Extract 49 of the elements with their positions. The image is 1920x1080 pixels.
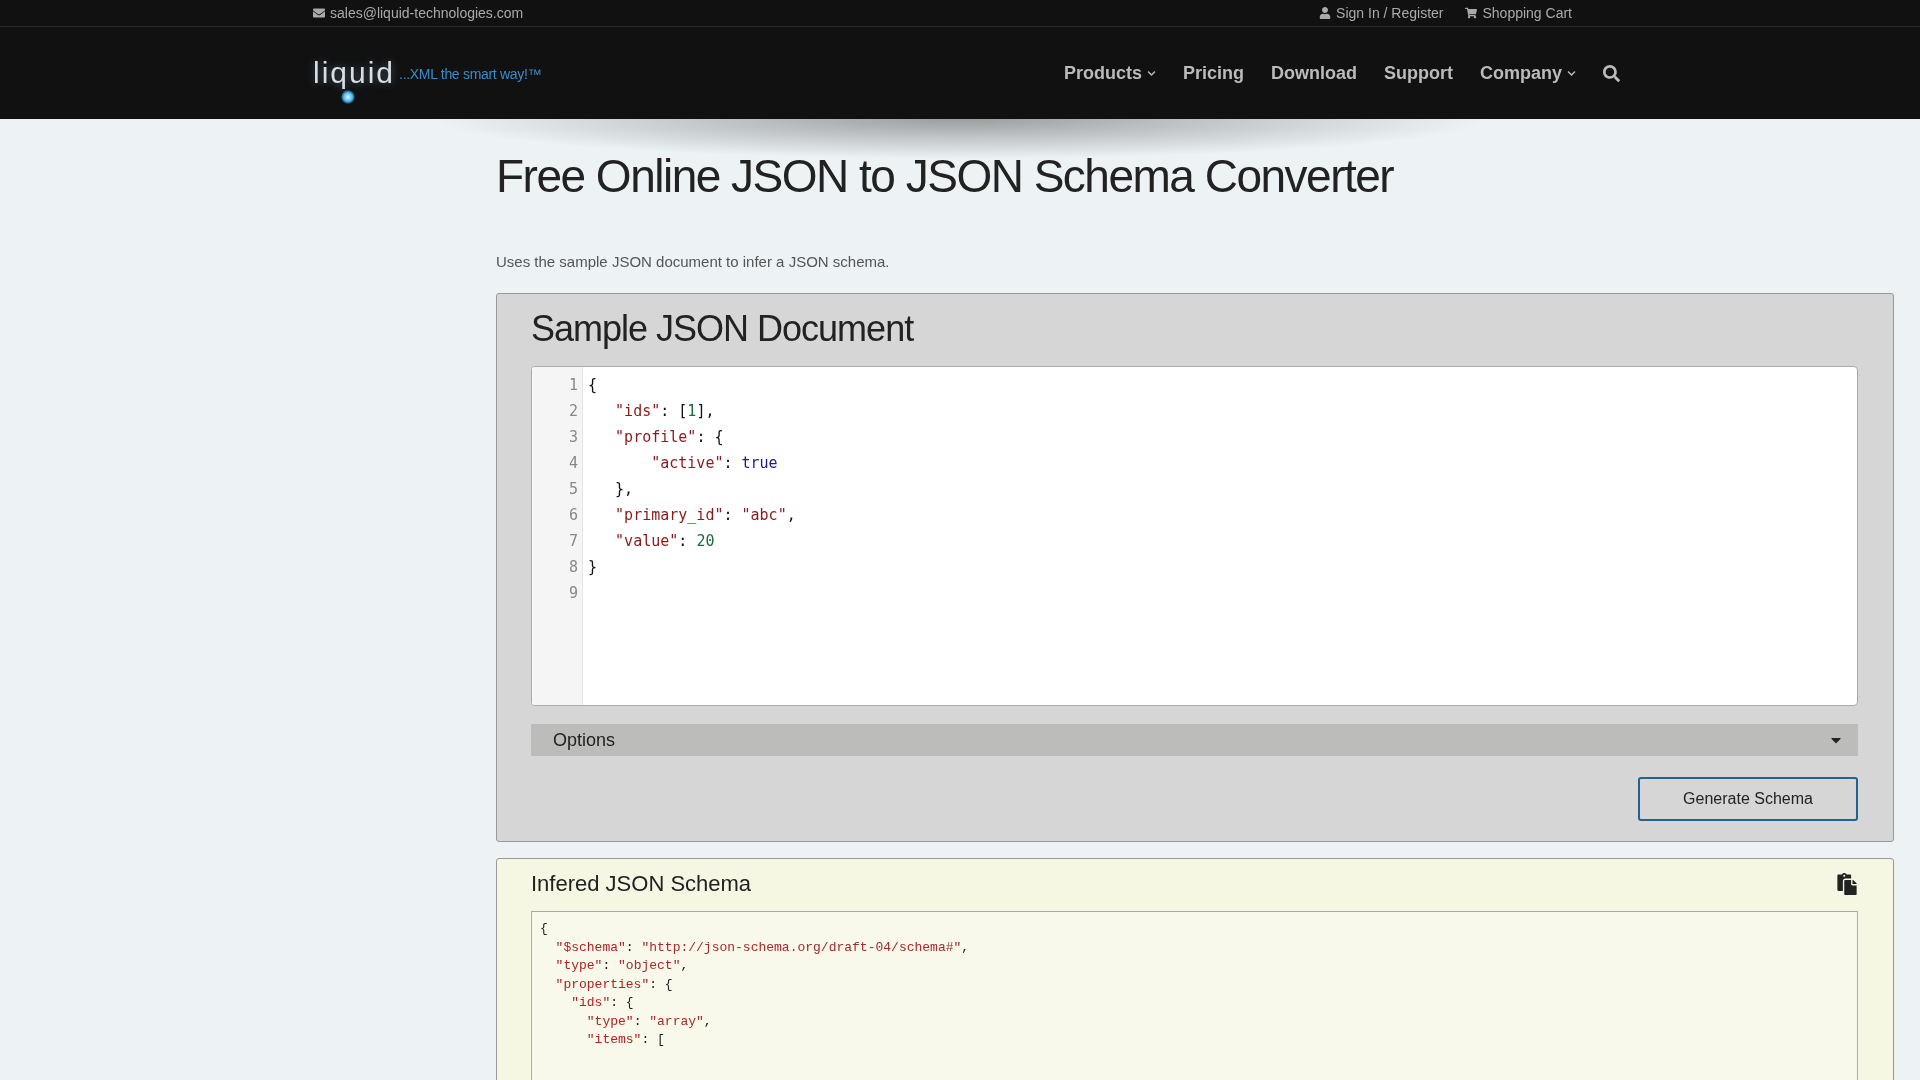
chevron-icon [1567, 68, 1576, 78]
search-icon[interactable] [1603, 64, 1620, 82]
line-number: 6 [567, 505, 579, 526]
code-line: "primary_id": "abc", [614, 505, 797, 526]
code-line: "value": 20 [614, 531, 716, 552]
panel-heading: Sample JSON Document [531, 308, 915, 350]
logo-tagline: ...XML the smart way!™ [399, 66, 542, 82]
line-number: 3 [567, 427, 579, 448]
generate-schema-button[interactable]: Generate Schema [1638, 777, 1858, 821]
chevron-icon [1146, 68, 1156, 78]
line-number: 7 [567, 531, 579, 552]
logo-name[interactable]: liquid [313, 56, 396, 90]
nav-item[interactable]: Company [1480, 62, 1576, 84]
line-number: 1 [567, 375, 579, 396]
logo-glow-icon [341, 90, 355, 104]
code-line: "ids": [1], [614, 401, 716, 422]
code-line: "ids": { [570, 994, 635, 1012]
code-line: { [540, 920, 549, 938]
code-editor[interactable]: 1 2 3 4 5 6 7 8 9 { "ids": [1], "profile": { "active": true }, "primary_id": "abc", "value": 20 } [531, 366, 1858, 706]
sign-in-link[interactable]: Sign In / Register [1319, 5, 1444, 21]
line-number: 2 [567, 401, 579, 422]
code-line: "type": "array", [585, 1012, 713, 1031]
code-line: "items": [ [585, 1031, 666, 1049]
nav-item[interactable]: Pricing [1182, 62, 1244, 84]
code-line: { [588, 375, 599, 396]
user-icon [1319, 7, 1332, 19]
code-line: "type": "object", [554, 957, 690, 975]
code-line: "properties": { [554, 975, 674, 994]
line-number: 9 [567, 583, 579, 604]
line-number: 8 [567, 557, 579, 578]
cart-icon [1465, 7, 1478, 19]
page-title: Free Online JSON to JSON Schema Converter [496, 149, 1395, 203]
nav-item[interactable]: Support [1384, 62, 1453, 84]
nav-item[interactable]: Download [1271, 62, 1357, 84]
line-number: 5 [567, 479, 579, 500]
code-line: "active": true [650, 453, 779, 474]
line-number: 4 [567, 453, 579, 474]
code-line: } [588, 557, 599, 578]
code-line: }, [614, 479, 635, 500]
email-link[interactable]: sales@liquid-technologies.com [313, 5, 524, 21]
options-toggle[interactable]: Options [531, 724, 1858, 756]
code-line: "$schema": "http://json-schema.org/draft-04/schema#", [554, 938, 971, 957]
envelope-icon [313, 7, 325, 19]
copy-icon[interactable] [1836, 873, 1858, 895]
panel-heading: Infered JSON Schema [531, 871, 752, 897]
nav-item[interactable]: Products [1063, 62, 1156, 84]
code-line: "profile": { [614, 427, 725, 448]
intro-text: Uses the sample JSON document to infer a JSON schema. [496, 253, 891, 270]
shopping-cart-link[interactable]: Shopping Cart [1465, 5, 1572, 21]
